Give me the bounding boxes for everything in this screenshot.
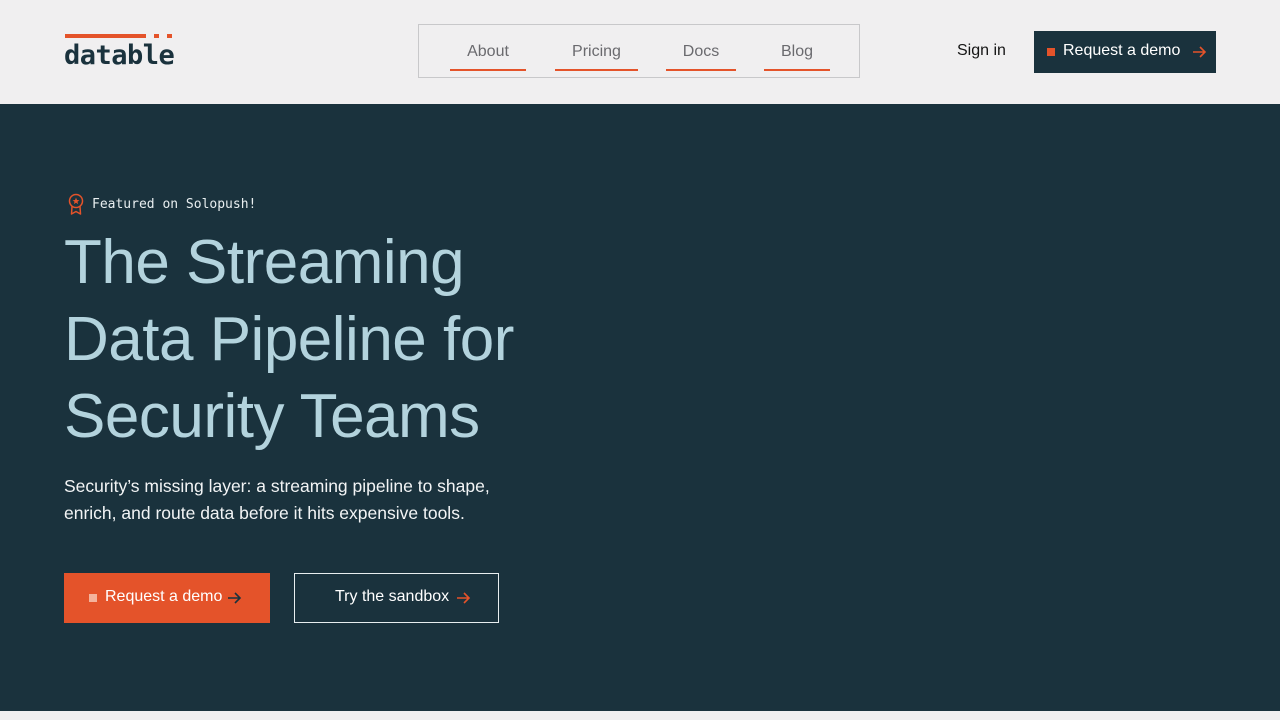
hero-request-demo-button[interactable]: Request a demo xyxy=(64,573,270,623)
square-bullet-icon xyxy=(89,594,97,602)
badge-text: Featured on Solopush! xyxy=(92,197,257,212)
hero-title-line-2: Data Pipeline for xyxy=(64,305,514,374)
next-section-edge xyxy=(0,711,1280,720)
arrow-right-icon xyxy=(455,590,471,611)
hero-title: The Streaming Data Pipeline for Security… xyxy=(64,224,624,455)
try-sandbox-label: Try the sandbox xyxy=(335,588,450,605)
datable-logo[interactable]: datable xyxy=(64,33,176,73)
logo-bars xyxy=(65,33,177,38)
arrow-right-icon xyxy=(1191,44,1207,65)
nav-item-pricing[interactable]: Pricing xyxy=(555,44,638,60)
logo-wordmark: datable xyxy=(64,40,175,71)
site-header: datable About Pricing Docs Blog Sign in … xyxy=(0,0,1280,104)
main-nav: About Pricing Docs Blog xyxy=(418,24,860,78)
hero-title-line-1: The Streaming xyxy=(64,228,465,297)
hero-subtitle: Security’s missing layer: a streaming pi… xyxy=(64,476,490,523)
hero-title-line-3: Security Teams xyxy=(64,382,480,451)
nav-item-blog[interactable]: Blog xyxy=(764,44,830,60)
header-request-demo-button[interactable]: Request a demo xyxy=(1034,31,1216,73)
nav-underline-docs xyxy=(666,69,736,71)
nav-item-docs[interactable]: Docs xyxy=(666,44,736,60)
try-sandbox-button[interactable]: Try the sandbox xyxy=(294,573,499,623)
hero-request-demo-label: Request a demo xyxy=(105,588,223,605)
header-request-demo-label: Request a demo xyxy=(1063,42,1181,59)
nav-item-about[interactable]: About xyxy=(450,44,526,60)
square-bullet-icon xyxy=(1047,48,1055,56)
sign-in-link[interactable]: Sign in xyxy=(957,43,1006,59)
award-ribbon-icon xyxy=(66,193,86,222)
nav-underline-about xyxy=(450,69,526,71)
nav-underline-pricing xyxy=(555,69,638,71)
arrow-right-icon xyxy=(226,590,242,611)
hero-section: Featured on Solopush! The Streaming Data… xyxy=(0,104,1280,711)
nav-underline-blog xyxy=(764,69,830,71)
